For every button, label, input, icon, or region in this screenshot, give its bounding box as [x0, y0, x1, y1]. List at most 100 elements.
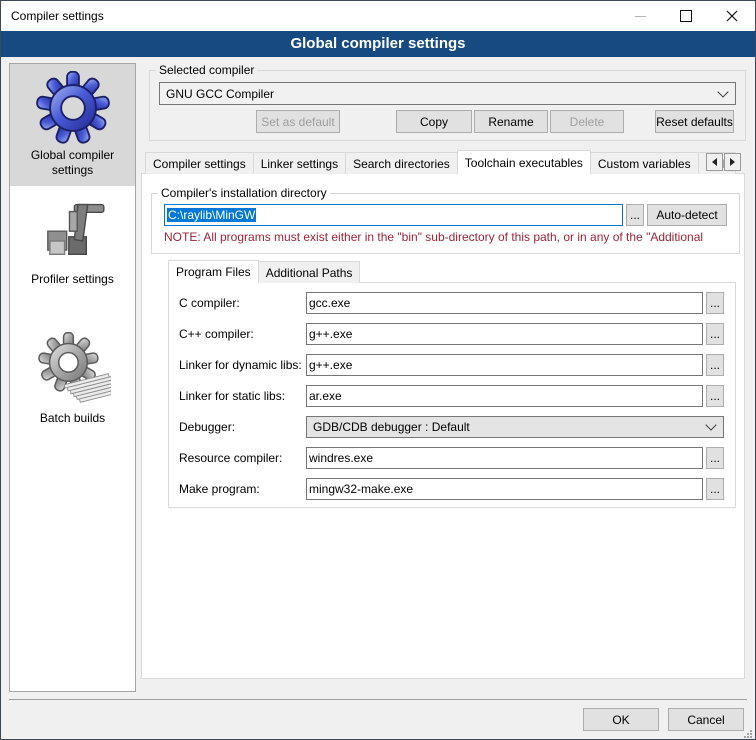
tab-scroll-right-button[interactable] — [724, 153, 741, 171]
selected-compiler-group-label: Selected compiler — [156, 63, 257, 77]
dialog-footer: OK Cancel — [583, 708, 744, 731]
tab-custom-variables[interactable]: Custom variables — [590, 152, 699, 174]
tab-program-files[interactable]: Program Files — [168, 260, 259, 283]
set-as-default-button: Set as default — [256, 110, 340, 133]
triangle-left-icon — [708, 158, 717, 166]
sidebar-item-label: Global compiler settings — [12, 148, 133, 178]
c-compiler-label: C compiler: — [179, 296, 306, 310]
autodetect-button[interactable]: Auto-detect — [647, 204, 727, 226]
form-row-resource-compiler: Resource compiler:windres.exe... — [179, 447, 725, 469]
sidebar-item-profiler-settings[interactable]: Profiler settings — [10, 192, 135, 295]
install-dir-value: C:\raylib\MinGW — [167, 208, 256, 222]
linker-for-static-libs-browse-button[interactable]: ... — [706, 385, 724, 407]
linker-for-dynamic-libs-input[interactable]: g++.exe — [306, 354, 703, 376]
ok-button[interactable]: OK — [583, 708, 659, 731]
delete-button: Delete — [550, 110, 624, 133]
c-compiler-browse-button[interactable]: ... — [706, 323, 724, 345]
main-tabs: Compiler settingsLinker settingsSearch d… — [145, 150, 736, 174]
maximize-icon — [680, 10, 692, 22]
input-value: mingw32-make.exe — [309, 482, 413, 496]
window-title: Compiler settings — [1, 9, 104, 23]
tab-scroll-controls — [706, 153, 741, 171]
program-files-panel: C compiler:gcc.exe...C++ compiler:g++.ex… — [168, 282, 736, 508]
copy-button[interactable]: Copy — [396, 110, 472, 133]
browse-install-dir-button[interactable]: ... — [626, 204, 644, 226]
chevron-down-icon — [717, 86, 728, 97]
tab-toolchain-executables[interactable]: Toolchain executables — [457, 150, 591, 174]
install-dir-group-label: Compiler's installation directory — [158, 186, 330, 200]
gear-stack-icon — [35, 332, 111, 408]
compiler-actions: Set as default CopyRenameDelete Reset defa… — [150, 110, 745, 133]
linker-for-dynamic-libs-label: Linker for dynamic libs: — [179, 358, 306, 372]
tab-linker-settings[interactable]: Linker settings — [253, 152, 346, 174]
c-compiler-browse-button[interactable]: ... — [706, 292, 724, 314]
sidebar-item-global-compiler-settings[interactable]: Global compiler settings — [10, 64, 135, 186]
close-icon — [726, 10, 738, 22]
titlebar: Compiler settings — [1, 1, 755, 31]
chevron-down-icon — [705, 419, 716, 430]
blue-gear-icon — [36, 71, 110, 145]
caliper-icon — [38, 199, 108, 269]
linker-for-dynamic-libs-browse-button[interactable]: ... — [706, 354, 724, 376]
resize-grip-icon — [744, 730, 753, 739]
toolchain-fields: C compiler:gcc.exe...C++ compiler:g++.ex… — [179, 292, 725, 500]
linker-for-static-libs-input[interactable]: ar.exe — [306, 385, 703, 407]
combo-value: GDB/CDB debugger : Default — [313, 420, 707, 434]
footer-divider — [9, 699, 747, 700]
c-compiler-input[interactable]: g++.exe — [306, 323, 703, 345]
sidebar-item-batch-builds[interactable]: Batch builds — [10, 325, 135, 434]
install-dir-row: C:\raylib\MinGW ... Auto-detect — [164, 204, 727, 226]
input-value: ar.exe — [309, 389, 342, 403]
make-program-label: Make program: — [179, 482, 306, 496]
maximize-button[interactable] — [663, 1, 709, 31]
resize-grip[interactable] — [744, 728, 753, 737]
make-program-browse-button[interactable]: ... — [706, 478, 724, 500]
resource-compiler-input[interactable]: windres.exe — [306, 447, 703, 469]
input-value: windres.exe — [309, 451, 373, 465]
tab-additional-paths[interactable]: Additional Paths — [258, 261, 361, 283]
rename-button[interactable]: Rename — [474, 110, 548, 133]
tab-scroll-left-button[interactable] — [706, 153, 723, 171]
cancel-button[interactable]: Cancel — [668, 708, 744, 731]
tab-compiler-settings[interactable]: Compiler settings — [145, 152, 254, 174]
form-row-c-compiler: C++ compiler:g++.exe... — [179, 323, 725, 345]
linker-for-static-libs-label: Linker for static libs: — [179, 389, 306, 403]
resource-compiler-browse-button[interactable]: ... — [706, 447, 724, 469]
debugger-select[interactable]: GDB/CDB debugger : Default — [306, 416, 724, 438]
compiler-settings-window: Compiler settings Global compiler settin… — [0, 0, 756, 740]
compiler-select[interactable]: GNU GCC Compiler — [159, 82, 736, 105]
main-tabstrip: Compiler settingsLinker settingsSearch d… — [145, 150, 749, 174]
settings-category-list: Global compiler settings Profiler settin… — [9, 63, 136, 692]
input-value: g++.exe — [309, 327, 352, 341]
resource-compiler-label: Resource compiler: — [179, 451, 306, 465]
main-panel: Selected compiler GNU GCC Compiler Set a… — [141, 63, 749, 692]
form-row-linker-for-dynamic-libs: Linker for dynamic libs:g++.exe... — [179, 354, 725, 376]
sidebar-item-label: Profiler settings — [12, 272, 133, 287]
debugger-label: Debugger: — [179, 420, 306, 434]
sidebar-item-label: Batch builds — [12, 411, 133, 426]
form-row-c-compiler: C compiler:gcc.exe... — [179, 292, 725, 314]
install-dir-group: Compiler's installation directory C:\ray… — [151, 186, 740, 254]
compiler-select-value: GNU GCC Compiler — [166, 87, 719, 101]
form-row-linker-for-static-libs: Linker for static libs:ar.exe... — [179, 385, 725, 407]
window-controls — [617, 1, 755, 31]
input-value: g++.exe — [309, 358, 352, 372]
make-program-input[interactable]: mingw32-make.exe — [306, 478, 703, 500]
program-tabstrip: Program FilesAdditional Paths — [168, 260, 360, 283]
triangle-right-icon — [730, 158, 739, 166]
reset-defaults-button[interactable]: Reset defaults — [655, 110, 734, 133]
note-text: NOTE: All programs must exist either in … — [164, 230, 727, 244]
minimize-button — [617, 1, 663, 31]
c-compiler-input[interactable]: gcc.exe — [306, 292, 703, 314]
minimize-icon — [635, 16, 646, 17]
close-button[interactable] — [709, 1, 755, 31]
c-compiler-label: C++ compiler: — [179, 327, 306, 341]
dialog-header: Global compiler settings — [1, 31, 755, 57]
form-row-make-program: Make program:mingw32-make.exe... — [179, 478, 725, 500]
toolchain-executables-page: Compiler's installation directory C:\ray… — [141, 173, 745, 679]
form-row-debugger: Debugger: GDB/CDB debugger : Default — [179, 416, 725, 438]
selected-compiler-group: Selected compiler GNU GCC Compiler Set a… — [149, 63, 746, 141]
input-value: gcc.exe — [309, 296, 350, 310]
install-dir-input[interactable]: C:\raylib\MinGW — [164, 204, 623, 226]
tab-search-directories[interactable]: Search directories — [345, 152, 458, 174]
